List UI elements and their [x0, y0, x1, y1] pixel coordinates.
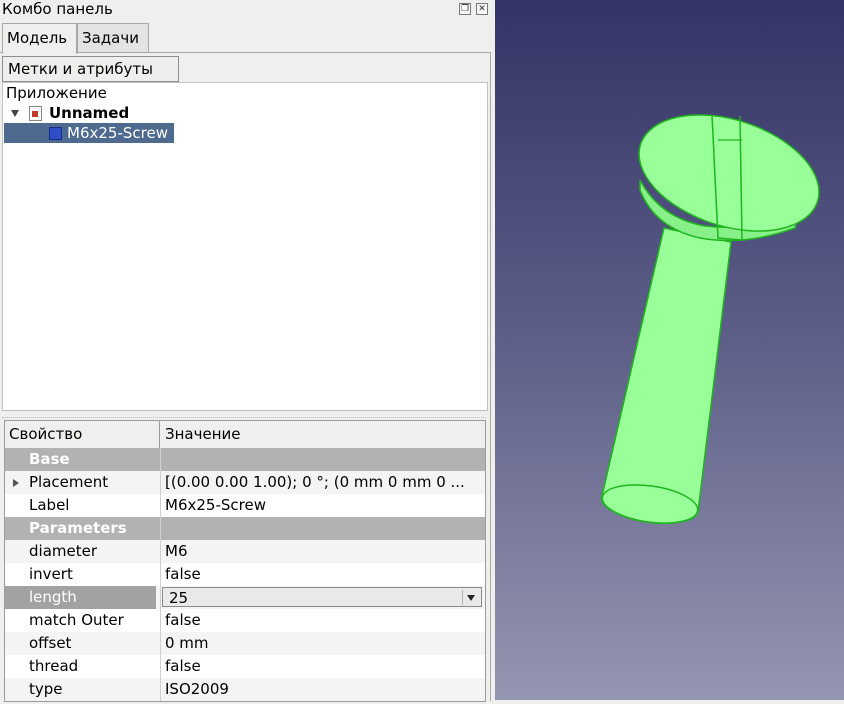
group-label: Parameters — [29, 519, 127, 537]
tree-root-label: Приложение — [6, 84, 107, 102]
property-value[interactable]: M6 — [161, 540, 483, 563]
property-row[interactable]: invert false — [5, 563, 485, 586]
property-header: Свойство Значение — [5, 421, 485, 449]
expand-arrow-icon[interactable] — [11, 110, 19, 117]
screw-shank — [600, 227, 732, 525]
tree-item-document[interactable]: Unnamed — [3, 103, 203, 123]
object-label: M6x25-Screw — [67, 124, 168, 142]
length-dropdown[interactable]: 25 — [162, 587, 482, 607]
property-row-selected[interactable]: length 25 — [5, 586, 485, 609]
property-value[interactable]: false — [161, 609, 483, 632]
property-editor: Свойство Значение Base Placement [(0.00 … — [4, 420, 486, 702]
property-row[interactable]: Placement [(0.00 0.00 1.00); 0 °; (0 mm … — [5, 471, 485, 494]
property-value[interactable]: [(0.00 0.00 1.00); 0 °; (0 mm 0 mm 0 ... — [161, 471, 483, 494]
column-property[interactable]: Свойство — [5, 421, 160, 448]
tab-tasks[interactable]: Задачи — [77, 23, 149, 52]
dropdown-value: 25 — [169, 589, 189, 607]
tree-item-screw[interactable]: M6x25-Screw — [4, 123, 174, 143]
labels-attributes-header[interactable]: Метки и атрибуты — [2, 56, 179, 82]
expand-arrow-icon[interactable] — [13, 479, 19, 487]
part-cube-icon — [49, 127, 62, 140]
property-value[interactable]: M6x25-Screw — [161, 494, 483, 517]
property-name: Label — [29, 496, 70, 514]
property-row[interactable]: offset 0 mm — [5, 632, 485, 655]
document-icon — [29, 106, 42, 121]
property-name: diameter — [29, 542, 97, 560]
column-value[interactable]: Значение — [161, 421, 483, 448]
property-name: length — [5, 586, 156, 609]
close-icon[interactable]: ✕ — [476, 3, 488, 15]
property-name: offset — [29, 634, 72, 652]
property-name: match Outer — [29, 611, 124, 629]
float-icon[interactable]: ❐ — [459, 3, 471, 15]
tab-model[interactable]: Модель — [2, 23, 77, 54]
property-name: invert — [29, 565, 73, 583]
group-parameters[interactable]: Parameters — [5, 517, 485, 540]
screw-head-top — [638, 114, 820, 232]
property-name: type — [29, 680, 63, 698]
combo-panel: Комбо панель ❐ ✕ Модель Задачи Метки и а… — [0, 0, 495, 702]
panel-title: Комбо панель — [2, 0, 113, 18]
property-row[interactable]: diameter M6 — [5, 540, 485, 563]
property-row[interactable]: thread false — [5, 655, 485, 678]
document-label: Unnamed — [49, 104, 130, 122]
property-value[interactable]: false — [161, 563, 483, 586]
property-name: thread — [29, 657, 79, 675]
property-row[interactable]: Label M6x25-Screw — [5, 494, 485, 517]
property-value[interactable]: ISO2009 — [161, 678, 483, 701]
splitter-handle[interactable] — [2, 410, 486, 418]
property-row[interactable]: type ISO2009 — [5, 678, 485, 701]
property-value[interactable]: false — [161, 655, 483, 678]
property-row[interactable]: match Outer false — [5, 609, 485, 632]
column-divider — [160, 448, 161, 701]
property-value[interactable]: 0 mm — [161, 632, 483, 655]
3d-viewport[interactable] — [495, 0, 844, 700]
screw-model[interactable] — [495, 0, 844, 700]
group-base[interactable]: Base — [5, 448, 485, 471]
model-tree: Приложение Unnamed M6x25-Screw — [2, 82, 488, 411]
property-name: Placement — [29, 473, 109, 491]
chevron-down-icon[interactable] — [462, 590, 479, 605]
group-label: Base — [29, 450, 70, 468]
